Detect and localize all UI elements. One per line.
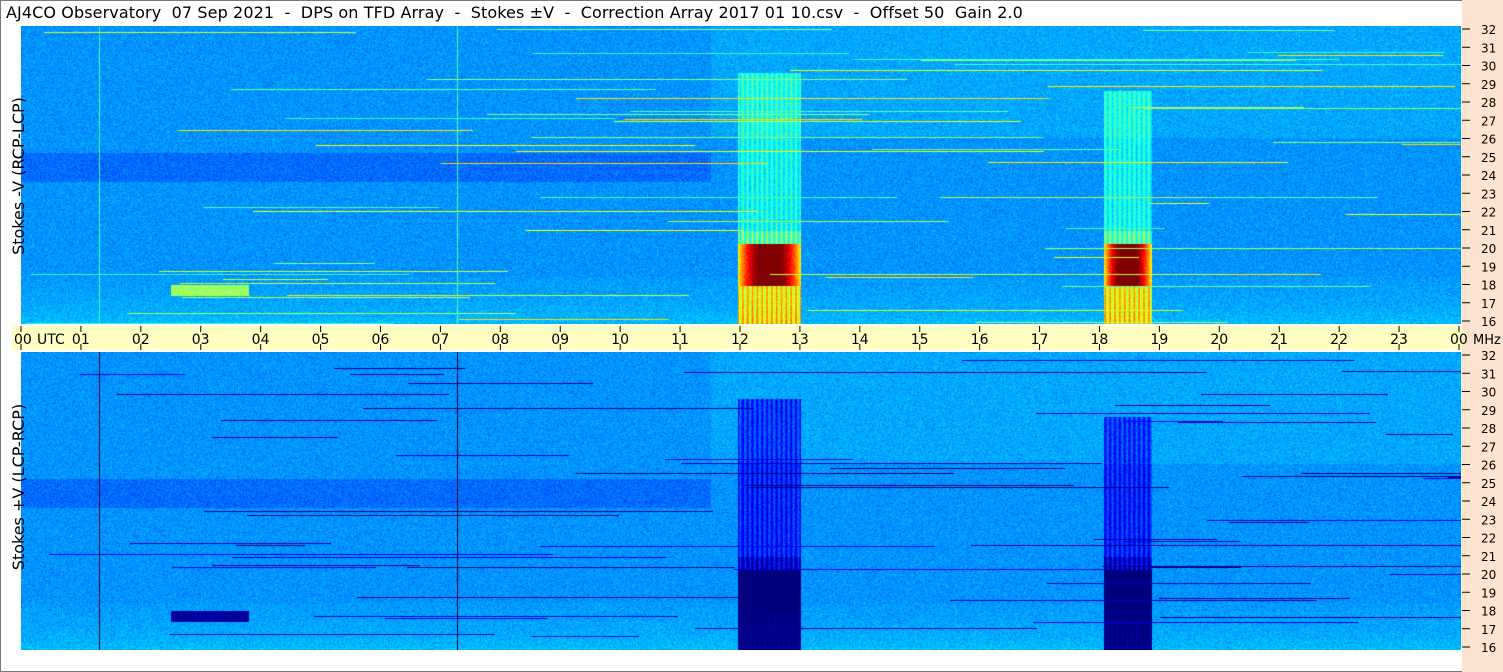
time-tick-label: 23 — [1390, 332, 1408, 348]
freq-tick-label: 22 — [1481, 206, 1496, 220]
freq-tick-label: 18 — [1481, 605, 1496, 619]
freq-tick-label: 29 — [1481, 78, 1496, 92]
freq-tick-label: 22 — [1481, 532, 1496, 546]
freq-tick-label: 23 — [1481, 513, 1496, 527]
freq-tick-label: 20 — [1481, 568, 1496, 582]
time-tick-label: 10 — [611, 332, 629, 348]
time-tick-label: 22 — [1330, 332, 1348, 348]
freq-tick-label: 23 — [1481, 187, 1496, 201]
freq-tick-label: 28 — [1481, 422, 1496, 436]
time-tick-label: 20 — [1210, 332, 1228, 348]
freq-tick-label: 31 — [1481, 367, 1496, 381]
time-tick-label: 15 — [911, 332, 929, 348]
freq-tick-label: 24 — [1481, 495, 1496, 509]
time-tick-label: 21 — [1270, 332, 1288, 348]
time-tick-label: 12 — [731, 332, 749, 348]
freq-tick-label: 25 — [1481, 477, 1496, 491]
freq-tick-label: 28 — [1481, 96, 1496, 110]
freq-tick-label: 25 — [1481, 151, 1496, 165]
freq-tick-label: 32 — [1481, 23, 1496, 37]
time-tick-label: 13 — [791, 332, 809, 348]
freq-tick-label: 26 — [1481, 459, 1496, 473]
freq-tick-label: 21 — [1481, 224, 1496, 238]
freq-tick-label: 30 — [1481, 386, 1496, 400]
axis-overlay: 16 17 18 19 20 21 22 23 24 25 26 27 28 29 30 31 32 16 17 18… — [14, 23, 1501, 655]
time-tick-label: 17 — [1031, 332, 1049, 348]
time-tick-label: 05 — [312, 332, 330, 348]
freq-tick-label: 18 — [1481, 279, 1496, 293]
freq-tick-label: 16 — [1481, 641, 1496, 655]
freq-tick-label: 16 — [1481, 315, 1496, 329]
freq-tick-label: 26 — [1481, 133, 1496, 147]
freq-tick-label: 27 — [1481, 440, 1496, 454]
freq-tick-label: 29 — [1481, 404, 1496, 418]
time-tick-label: 02 — [132, 332, 150, 348]
time-tick-label: 07 — [431, 332, 449, 348]
time-tick-label: 00 — [1450, 332, 1468, 348]
time-tick-label: 04 — [252, 332, 270, 348]
time-unit-label: UTC — [37, 332, 65, 348]
time-tick-label: 01 — [72, 332, 90, 348]
time-tick-label: 03 — [192, 332, 210, 348]
time-tick-label: 00 — [14, 332, 32, 348]
freq-tick-label: 17 — [1481, 297, 1496, 311]
time-tick-label: 16 — [971, 332, 989, 348]
freq-tick-label: 19 — [1481, 260, 1496, 274]
freq-tick-label: 32 — [1481, 349, 1496, 363]
time-tick-label: 11 — [671, 332, 689, 348]
freq-unit-label: MHz — [1473, 333, 1501, 348]
time-tick-label: 14 — [851, 332, 869, 348]
time-tick-label: 06 — [372, 332, 390, 348]
freq-tick-label: 31 — [1481, 41, 1496, 55]
time-tick-label: 09 — [551, 332, 569, 348]
time-tick-label: 08 — [491, 332, 509, 348]
freq-tick-label: 21 — [1481, 550, 1496, 564]
time-tick-label: 18 — [1091, 332, 1109, 348]
freq-tick-label: 17 — [1481, 623, 1496, 637]
freq-tick-label: 24 — [1481, 169, 1496, 183]
freq-tick-label: 19 — [1481, 586, 1496, 600]
freq-tick-label: 20 — [1481, 242, 1496, 256]
time-tick-label: 19 — [1150, 332, 1168, 348]
freq-tick-label: 30 — [1481, 60, 1496, 74]
freq-tick-label: 27 — [1481, 114, 1496, 128]
